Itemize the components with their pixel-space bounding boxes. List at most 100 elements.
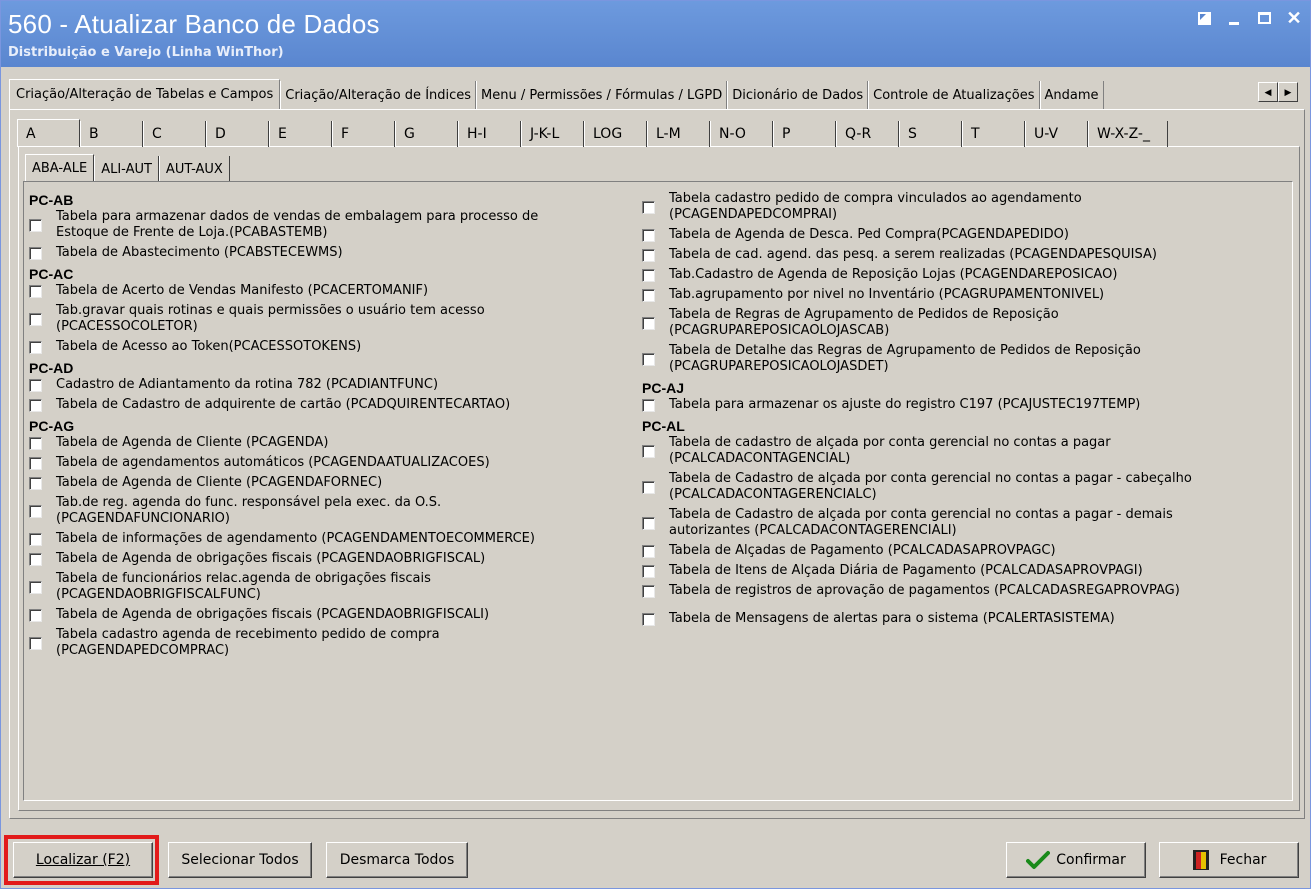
checkbox[interactable] [29,552,42,566]
letter-tab[interactable]: L-M [647,121,710,147]
table-checkbox-item[interactable]: Tabela de Alçadas de Pagamento (PCALCADA… [642,543,1272,559]
table-checkbox-item[interactable]: Tabela de registros de aprovação de paga… [642,583,1272,599]
localizar-button[interactable]: Localizar (F2) [13,842,153,878]
table-checkbox-item[interactable]: Tabela cadastro agenda de recebimento pe… [29,627,619,659]
table-checkbox-item[interactable]: Tabela de agendamentos automáticos (PCAG… [29,455,619,471]
letter-tab[interactable]: T [962,121,1025,147]
table-checkbox-item[interactable]: Tabela de informações de agendamento (PC… [29,531,619,547]
minimize-button[interactable] [1226,9,1242,27]
checkbox[interactable] [642,584,655,598]
table-checkbox-item[interactable]: Tabela de Cadastro de alçada por conta g… [642,507,1272,539]
table-checkbox-item[interactable]: Tabela de Agenda de obrigações fiscais (… [29,551,619,567]
checkbox[interactable] [29,456,42,470]
sub-tab[interactable]: ABA-ALE [25,154,95,182]
top-tab[interactable]: Andame [1039,81,1104,109]
checkbox[interactable] [642,268,655,282]
table-checkbox-item[interactable]: Tab.gravar quais rotinas e quais permiss… [29,303,619,335]
letter-tab[interactable]: H-I [458,121,521,147]
table-checkbox-item[interactable]: Tabela de Regras de Agrupamento de Pedid… [642,307,1272,339]
checkbox[interactable] [642,288,655,302]
table-checkbox-item[interactable]: Tabela de funcionários relac.agenda de o… [29,571,619,603]
checkbox[interactable] [642,398,655,412]
letter-tab[interactable]: A [17,119,80,147]
letter-tab[interactable]: G [395,121,458,147]
sub-tab[interactable]: AUT-AUX [158,156,230,182]
checkbox[interactable] [642,544,655,558]
top-tab[interactable]: Menu / Permissões / Fórmulas / LGPD [476,81,728,109]
checkbox[interactable] [642,480,655,494]
checkbox[interactable] [642,316,655,330]
table-checkbox-item[interactable]: Tabela de Detalhe das Regras de Agrupame… [642,343,1272,375]
checkbox[interactable] [29,340,42,354]
table-checkbox-item[interactable]: Tabela de Cadastro de adquirente de cart… [29,397,619,413]
letter-tab[interactable]: D [206,121,269,147]
table-checkbox-item[interactable]: Tabela de Mensagens de alertas para o si… [642,611,1272,627]
sub-tab[interactable]: ALI-AUT [94,156,159,182]
letter-tab[interactable]: F [332,121,395,147]
table-checkbox-item[interactable]: Tabela de Cadastro de alçada por conta g… [642,471,1272,503]
checkbox[interactable] [642,352,655,366]
table-checkbox-item[interactable]: Tabela de cadastro de alçada por conta g… [642,435,1272,467]
letter-tab[interactable]: U-V [1025,121,1088,147]
table-checkbox-item[interactable]: Tab.agrupamento por nivel no Inventário … [642,287,1272,303]
checkbox[interactable] [29,580,42,594]
top-tab[interactable]: Criação/Alteração de Índices [280,81,477,109]
top-tab[interactable]: Controle de Atualizações [868,81,1040,109]
letter-tab[interactable]: N-O [710,121,773,147]
table-checkbox-item[interactable]: Tab.Cadastro de Agenda de Reposição Loja… [642,267,1272,283]
fechar-button[interactable]: Fechar [1159,842,1299,878]
checkbox[interactable] [642,444,655,458]
close-button[interactable]: ✕ [1286,9,1302,27]
checkbox[interactable] [29,504,42,518]
table-checkbox-item[interactable]: Tabela para armazenar os ajuste do regis… [642,397,1272,413]
table-checkbox-item[interactable]: Tab.de reg. agenda do func. responsável … [29,495,619,527]
checkbox[interactable] [29,532,42,546]
checkbox[interactable] [29,636,42,650]
letter-tab[interactable]: S [899,121,962,147]
checkbox[interactable] [29,218,42,232]
checkbox[interactable] [642,516,655,530]
letter-tab[interactable]: B [80,121,143,147]
table-checkbox-item[interactable]: Tabela de Agenda de obrigações fiscais (… [29,607,619,623]
table-checkbox-item[interactable]: Tabela de Agenda de Desca. Ped Compra(PC… [642,227,1272,243]
desmarca-todos-button[interactable]: Desmarca Todos [326,842,468,878]
table-checkbox-item[interactable]: Tabela de Itens de Alçada Diária de Paga… [642,563,1272,579]
table-checkbox-item[interactable]: Tabela cadastro pedido de compra vincula… [642,191,1272,223]
maximize-button[interactable] [1256,9,1272,27]
table-checkbox-item[interactable]: Tabela de Agenda de Cliente (PCAGENDAFOR… [29,475,619,491]
table-checkbox-item[interactable]: Cadastro de Adiantamento da rotina 782 (… [29,377,619,393]
letter-tab[interactable]: C [143,121,206,147]
checkbox[interactable] [642,228,655,242]
letter-tab[interactable]: W-X-Z-_ [1088,121,1168,147]
scroll-right-button[interactable]: ▶ [1278,82,1298,102]
checkbox[interactable] [29,398,42,412]
checkbox[interactable] [642,248,655,262]
table-checkbox-item[interactable]: Tabela de Abastecimento (PCABSTECEWMS) [29,245,619,261]
checkbox[interactable] [29,246,42,260]
table-checkbox-item[interactable]: Tabela de Agenda de Cliente (PCAGENDA) [29,435,619,451]
table-checkbox-item[interactable]: Tabela de Acesso ao Token(PCACESSOTOKENS… [29,339,619,355]
title-bar[interactable]: 560 - Atualizar Banco de Dados Distribui… [1,1,1310,67]
checkbox[interactable] [642,612,655,626]
checkbox[interactable] [29,378,42,392]
edit-icon[interactable] [1196,9,1212,27]
letter-tab[interactable]: E [269,121,332,147]
table-checkbox-item[interactable]: Tabela para armazenar dados de vendas de… [29,209,619,241]
selecionar-todos-button[interactable]: Selecionar Todos [168,842,312,878]
checkbox[interactable] [29,436,42,450]
letter-tab[interactable]: J-K-L [521,121,584,147]
top-tab[interactable]: Dicionário de Dados [727,81,869,109]
checkbox[interactable] [29,608,42,622]
checkbox[interactable] [642,200,655,214]
checkbox[interactable] [642,564,655,578]
confirmar-button[interactable]: Confirmar [1006,842,1146,878]
top-tab[interactable]: Criação/Alteração de Tabelas e Campos [9,79,281,109]
scroll-left-button[interactable]: ◀ [1258,82,1278,102]
checkbox[interactable] [29,284,42,298]
table-checkbox-item[interactable]: Tabela de Acerto de Vendas Manifesto (PC… [29,283,619,299]
letter-tab[interactable]: LOG [584,121,647,147]
letter-tab[interactable]: Q-R [836,121,899,147]
checkbox[interactable] [29,476,42,490]
checkbox[interactable] [29,312,42,326]
letter-tab[interactable]: P [773,121,836,147]
